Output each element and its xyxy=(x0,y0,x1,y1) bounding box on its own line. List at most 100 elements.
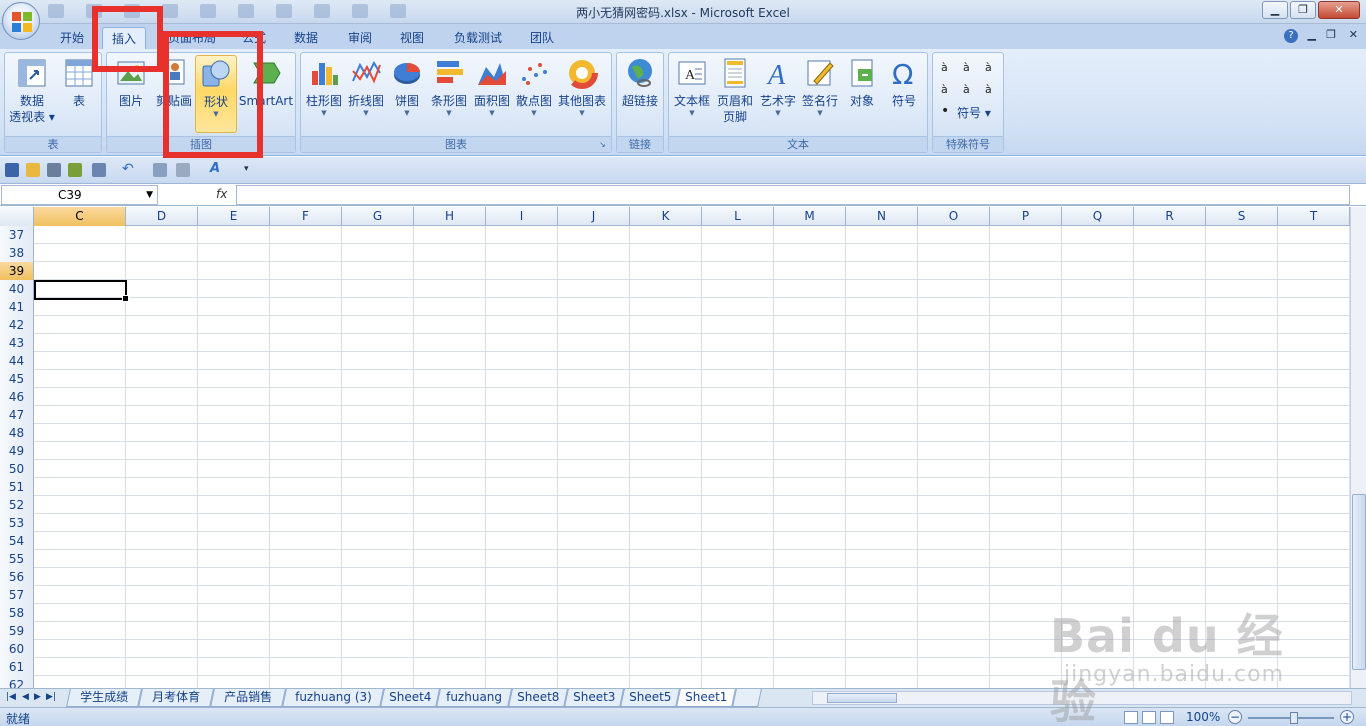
clipart-button[interactable]: 剪贴画 xyxy=(153,55,195,131)
active-cell-c39[interactable] xyxy=(34,280,129,302)
row-header-52[interactable]: 52 xyxy=(0,496,34,514)
zoom-in-button[interactable]: + xyxy=(1340,710,1354,724)
column-header-h[interactable]: H xyxy=(414,207,486,226)
close-button[interactable]: ✕ xyxy=(1318,1,1360,19)
minimize-button[interactable]: ▁ xyxy=(1262,1,1288,19)
column-header-e[interactable]: E xyxy=(198,207,270,226)
page-break-view-icon[interactable] xyxy=(1160,711,1174,724)
special-char-5[interactable]: à xyxy=(963,83,970,96)
column-header-d[interactable]: D xyxy=(126,207,198,226)
bullet-symbol[interactable]: • xyxy=(941,103,949,119)
special-char-6[interactable]: à xyxy=(985,83,992,96)
other-charts-button[interactable]: 其他图表 ▼ xyxy=(555,55,609,131)
pivot-table-button[interactable]: 数据 透视表 ▾ xyxy=(7,55,57,131)
column-header-l[interactable]: L xyxy=(702,207,774,226)
name-box[interactable]: C39 ▼ xyxy=(1,185,158,205)
first-sheet-icon[interactable]: |◀ xyxy=(6,692,16,702)
zoom-level[interactable]: 100% xyxy=(1186,710,1220,724)
row-header-50[interactable]: 50 xyxy=(0,460,34,478)
header-footer-button[interactable]: 页眉和 页脚 xyxy=(713,55,757,131)
row-header-44[interactable]: 44 xyxy=(0,352,34,370)
tab-review[interactable]: 审阅 xyxy=(338,27,382,50)
horizontal-scrollbar[interactable] xyxy=(812,691,1352,705)
special-char-4[interactable]: à xyxy=(941,83,948,96)
column-header-g[interactable]: G xyxy=(342,207,414,226)
tab-insert[interactable]: 插入 xyxy=(102,27,146,50)
column-header-i[interactable]: I xyxy=(486,207,558,226)
sheet-tab-6[interactable]: Sheet8 xyxy=(508,689,568,707)
tab-load-test[interactable]: 负载测试 xyxy=(444,27,512,50)
column-header-m[interactable]: M xyxy=(774,207,846,226)
column-header-s[interactable]: S xyxy=(1206,207,1278,226)
column-header-q[interactable]: Q xyxy=(1062,207,1134,226)
help-icon[interactable]: ? xyxy=(1284,29,1298,43)
row-header-39[interactable]: 39 xyxy=(0,262,34,280)
column-header-c[interactable]: C xyxy=(34,207,126,226)
row-header-49[interactable]: 49 xyxy=(0,442,34,460)
ribbon-restore-icon[interactable]: ❐ xyxy=(1326,28,1336,41)
wordart-button[interactable]: A 艺术字 ▼ xyxy=(757,55,799,131)
row-header-58[interactable]: 58 xyxy=(0,604,34,622)
save-icon[interactable] xyxy=(5,163,19,177)
last-sheet-icon[interactable]: ▶| xyxy=(46,692,56,702)
vertical-scrollbar[interactable] xyxy=(1350,207,1366,688)
row-header-43[interactable]: 43 xyxy=(0,334,34,352)
column-header-o[interactable]: O xyxy=(918,207,990,226)
row-header-53[interactable]: 53 xyxy=(0,514,34,532)
row-header-38[interactable]: 38 xyxy=(0,244,34,262)
tab-view[interactable]: 视图 xyxy=(390,27,434,50)
formula-input[interactable] xyxy=(236,185,1350,205)
textbox-button[interactable]: A 文本框 ▼ xyxy=(671,55,713,131)
column-header-t[interactable]: T xyxy=(1278,207,1350,226)
table-button[interactable]: 表 xyxy=(59,55,99,131)
hyperlink-button[interactable]: 超链接 xyxy=(619,55,661,131)
format-painter-icon[interactable] xyxy=(68,163,82,177)
office-button[interactable] xyxy=(2,2,40,40)
tab-page-layout[interactable]: 页面布局 xyxy=(158,27,226,50)
worksheet-grid[interactable]: CDEFGHIJKLMNOPQRST 37 38 39 40 41 42 43 44 45 46 4… xyxy=(0,207,1350,688)
column-header-r[interactable]: R xyxy=(1134,207,1206,226)
row-header-45[interactable]: 45 xyxy=(0,370,34,388)
column-header-k[interactable]: K xyxy=(630,207,702,226)
print-icon[interactable] xyxy=(47,163,61,177)
tab-data[interactable]: 数据 xyxy=(284,27,328,50)
row-header-40[interactable]: 40 xyxy=(0,280,34,298)
row-header-47[interactable]: 47 xyxy=(0,406,34,424)
name-box-dropdown-icon[interactable]: ▼ xyxy=(146,186,153,204)
row-header-42[interactable]: 42 xyxy=(0,316,34,334)
prev-sheet-icon[interactable]: ◀ xyxy=(22,692,29,702)
row-header-56[interactable]: 56 xyxy=(0,568,34,586)
bar-chart-button[interactable]: 条形图 ▼ xyxy=(427,55,471,131)
area-chart-button[interactable]: 面积图 ▼ xyxy=(471,55,513,131)
open-icon[interactable] xyxy=(26,163,40,177)
row-header-41[interactable]: 41 xyxy=(0,298,34,316)
print-preview-icon[interactable] xyxy=(92,163,106,177)
tab-team[interactable]: 团队 xyxy=(520,27,564,50)
sheet-tab-8[interactable]: Sheet5 xyxy=(620,689,680,707)
font-color-icon[interactable]: A xyxy=(210,162,224,177)
charts-dialog-launcher-icon[interactable]: ↘ xyxy=(599,140,609,150)
row-header-48[interactable]: 48 xyxy=(0,424,34,442)
sheet-tab-5[interactable]: fuzhuang xyxy=(436,689,512,707)
column-header-n[interactable]: N xyxy=(846,207,918,226)
column-header-j[interactable]: J xyxy=(558,207,630,226)
symbol-menu-button[interactable]: 符号 ▾ xyxy=(957,104,991,121)
row-header-60[interactable]: 60 xyxy=(0,640,34,658)
row-header-54[interactable]: 54 xyxy=(0,532,34,550)
undo-icon[interactable]: ↶ xyxy=(122,162,136,177)
special-char-3[interactable]: à xyxy=(985,61,992,74)
restore-button[interactable]: ❐ xyxy=(1290,1,1316,19)
zoom-out-button[interactable]: − xyxy=(1228,710,1242,724)
ribbon-minimize-icon[interactable]: ▁ xyxy=(1308,28,1316,41)
sheet-tab-2[interactable]: 产品销售 xyxy=(210,689,286,707)
column-header-f[interactable]: F xyxy=(270,207,342,226)
tab-home[interactable]: 开始 xyxy=(50,27,94,50)
special-char-2[interactable]: à xyxy=(963,61,970,74)
line-chart-button[interactable]: 折线图 ▼ xyxy=(345,55,387,131)
pie-chart-button[interactable]: 饼图 ▼ xyxy=(387,55,427,131)
row-header-59[interactable]: 59 xyxy=(0,622,34,640)
signature-line-button[interactable]: 签名行 ▼ xyxy=(799,55,841,131)
normal-view-icon[interactable] xyxy=(1124,711,1138,724)
shapes-button[interactable]: 形状 ▼ xyxy=(195,55,237,133)
column-chart-button[interactable]: 柱形图 ▼ xyxy=(303,55,345,131)
